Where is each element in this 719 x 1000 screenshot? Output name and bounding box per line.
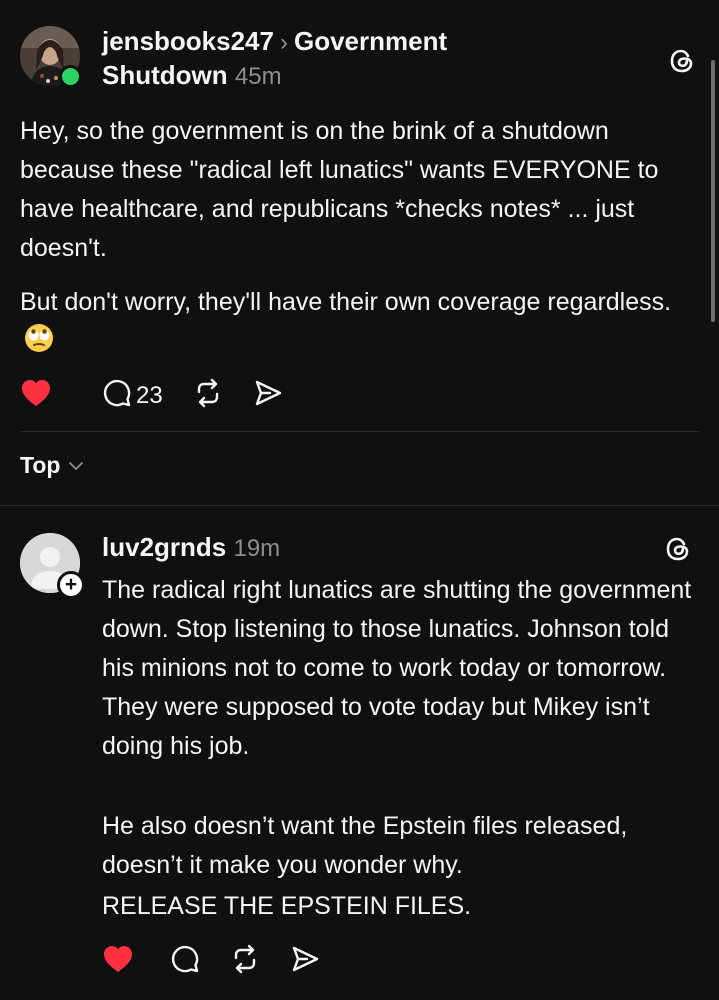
topic-tag-continued[interactable]: Shutdown (102, 60, 228, 90)
reply-button[interactable]: 23 (102, 378, 163, 413)
post-header-line1: jensbooks247 › Government (102, 24, 447, 60)
post-actions: 23 (20, 378, 313, 413)
reply-body-paragraph-1: The radical right lunatics are shutting … (102, 576, 692, 760)
author-avatar-wrap[interactable] (20, 26, 82, 88)
sort-label: Top (20, 452, 61, 478)
threads-logo-icon[interactable] (668, 47, 696, 80)
like-button[interactable] (20, 378, 52, 413)
reply-reply-button[interactable] (170, 944, 200, 979)
reply-time: 19m (233, 535, 281, 562)
reply-like-button[interactable] (102, 944, 134, 979)
post-divider (20, 431, 699, 432)
reply-body-paragraph-3: RELEASE THE EPSTEIN FILES. (102, 892, 472, 920)
chevron-down-icon (68, 461, 84, 471)
eye-roll-emoji-icon (24, 323, 54, 353)
speech-bubble-icon (102, 378, 132, 413)
post-time: 45m (234, 63, 282, 90)
chevron-right-icon: › (279, 29, 288, 56)
reply-count: 23 (136, 381, 163, 409)
topic-tag[interactable]: Government (294, 26, 447, 56)
post-body-paragraph-2-text: But don't worry, they'll have their own … (20, 288, 672, 316)
reply-header: luv2grnds 19m (102, 530, 280, 566)
repost-button[interactable] (193, 378, 223, 413)
follow-plus-icon[interactable]: + (57, 571, 85, 599)
post-body-paragraph-2: But don't worry, they'll have their own … (20, 283, 700, 361)
author-username[interactable]: jensbooks247 (102, 26, 274, 56)
reply-share-button[interactable] (290, 944, 320, 979)
threads-logo-icon[interactable] (664, 535, 692, 568)
heart-icon (20, 378, 52, 413)
send-icon (290, 944, 320, 979)
scrollbar[interactable] (711, 60, 715, 322)
reply-avatar-wrap[interactable]: + (20, 533, 85, 599)
reply-body-paragraph-2: He also doesn’t want the Epstein files r… (102, 812, 628, 879)
send-icon (253, 378, 283, 413)
post-body-paragraph-1: Hey, so the government is on the brink o… (20, 117, 659, 262)
reply-username[interactable]: luv2grnds (102, 532, 226, 562)
repost-icon (193, 378, 223, 413)
post-header-line2: Shutdown 45m (102, 58, 282, 94)
sort-dropdown[interactable]: Top (20, 452, 84, 479)
speech-bubble-icon (170, 944, 200, 979)
online-status-dot (59, 65, 82, 88)
reply-actions (102, 944, 350, 979)
heart-icon (102, 944, 134, 979)
reply-repost-button[interactable] (230, 944, 260, 979)
section-divider (0, 505, 719, 506)
share-button[interactable] (253, 378, 283, 413)
repost-icon (230, 944, 260, 979)
